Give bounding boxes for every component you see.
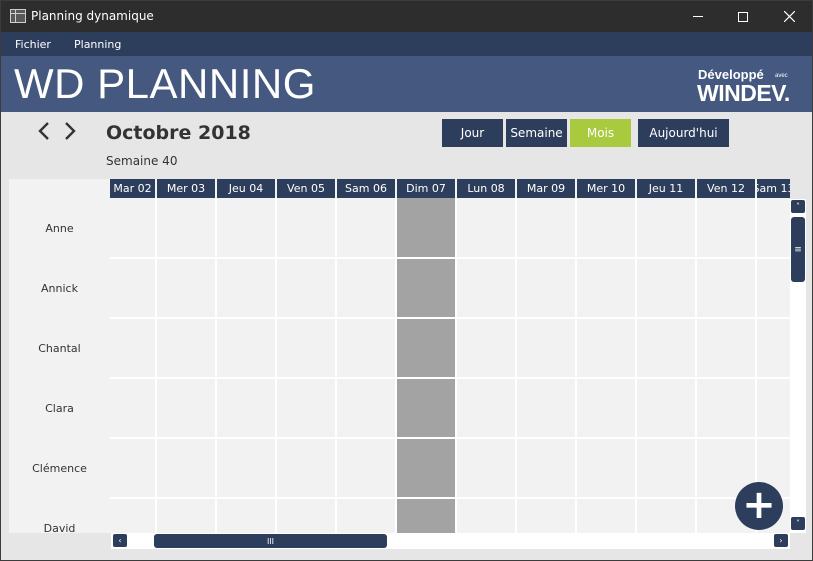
grid-row-divider [110, 497, 790, 499]
grid-row-divider [110, 257, 790, 259]
close-icon [783, 11, 795, 22]
date-column-header[interactable]: Sam 13 [757, 179, 790, 198]
period-title: Octobre 2018 [106, 122, 251, 144]
scroll-right-button[interactable]: › [774, 534, 788, 547]
day-column[interactable] [517, 198, 577, 533]
app-name-heading: WD PLANNING [14, 60, 316, 107]
resource-row-label: David [43, 521, 76, 534]
date-column-header[interactable]: Mer 10 [577, 179, 635, 198]
app-banner: WD PLANNING Développé avec WINDEV. [1, 56, 812, 112]
weekend-day-column[interactable] [397, 198, 457, 533]
chevron-right-icon [65, 122, 76, 140]
week-label: Semaine 40 [106, 154, 178, 168]
day-column[interactable] [157, 198, 217, 533]
scroll-left-button[interactable]: ‹ [113, 534, 127, 547]
resource-row-label: Clémence [32, 461, 87, 475]
day-column[interactable] [110, 198, 157, 533]
menu-planning[interactable]: Planning [74, 38, 121, 51]
resource-row-label: Chantal [38, 341, 81, 355]
view-week-button[interactable]: Semaine [506, 119, 567, 147]
day-column[interactable] [577, 198, 637, 533]
date-column-header[interactable]: Lun 08 [457, 179, 515, 198]
close-button[interactable] [766, 1, 812, 32]
grid-row-divider [110, 437, 790, 439]
maximize-button[interactable] [720, 1, 766, 32]
date-column-header[interactable]: Dim 07 [397, 179, 455, 198]
menu-fichier[interactable]: Fichier [15, 38, 51, 51]
grid-row-divider [110, 317, 790, 319]
day-column[interactable] [457, 198, 517, 533]
date-column-header[interactable]: Mar 09 [517, 179, 575, 198]
menu-bar: Fichier Planning [1, 32, 812, 56]
calendar-icon [10, 9, 26, 23]
vertical-scrollbar[interactable]: ˄ ≡ ˅ [790, 199, 806, 533]
date-column-header[interactable]: Jeu 04 [217, 179, 275, 198]
resource-row-label: Annick [41, 281, 78, 295]
day-column[interactable] [337, 198, 397, 533]
previous-period-button[interactable] [35, 121, 53, 145]
app-window: Planning dynamique Fichier Planning WD P… [0, 0, 813, 561]
grid-row-divider [110, 377, 790, 379]
date-column-header[interactable]: Sam 06 [337, 179, 395, 198]
today-button[interactable]: Aujourd'hui [638, 119, 729, 147]
date-column-header[interactable]: Mar 02 [110, 179, 155, 198]
view-day-button[interactable]: Jour [442, 119, 503, 147]
vertical-scroll-thumb[interactable]: ≡ [791, 217, 805, 282]
add-event-button[interactable]: + [735, 482, 783, 530]
title-bar: Planning dynamique [1, 1, 812, 32]
date-column-header[interactable]: Jeu 11 [637, 179, 695, 198]
resource-row-label: Anne [45, 221, 74, 235]
date-column-header[interactable]: Ven 05 [277, 179, 335, 198]
day-column[interactable] [217, 198, 277, 533]
day-column[interactable] [277, 198, 337, 533]
windev-logo: WINDEV. [697, 80, 790, 106]
resource-column: Anne Annick Chantal Clara Clémence David [9, 179, 110, 533]
scroll-down-button[interactable]: ˅ [791, 517, 805, 530]
brand-avec-text: avec [775, 73, 788, 79]
day-column[interactable] [637, 198, 697, 533]
chevron-left-icon [38, 122, 49, 140]
scroll-up-button[interactable]: ˄ [791, 200, 805, 213]
date-column-header[interactable]: Mer 03 [157, 179, 215, 198]
view-month-button[interactable]: Mois [570, 119, 631, 147]
date-column-header[interactable]: Ven 12 [697, 179, 755, 198]
plus-icon: + [742, 482, 776, 528]
planning-grid: Anne Annick Chantal Clara Clémence David Mar … [9, 179, 790, 533]
planning-cells[interactable] [110, 198, 790, 533]
resource-row-label: Clara [45, 401, 74, 415]
next-period-button[interactable] [61, 121, 79, 145]
minimize-icon [693, 16, 703, 17]
maximize-icon [738, 11, 748, 22]
horizontal-scroll-thumb[interactable]: III [154, 534, 387, 548]
minimize-button[interactable] [675, 1, 721, 32]
horizontal-scrollbar[interactable]: ‹ III › [111, 533, 790, 549]
window-title: Planning dynamique [31, 9, 154, 23]
